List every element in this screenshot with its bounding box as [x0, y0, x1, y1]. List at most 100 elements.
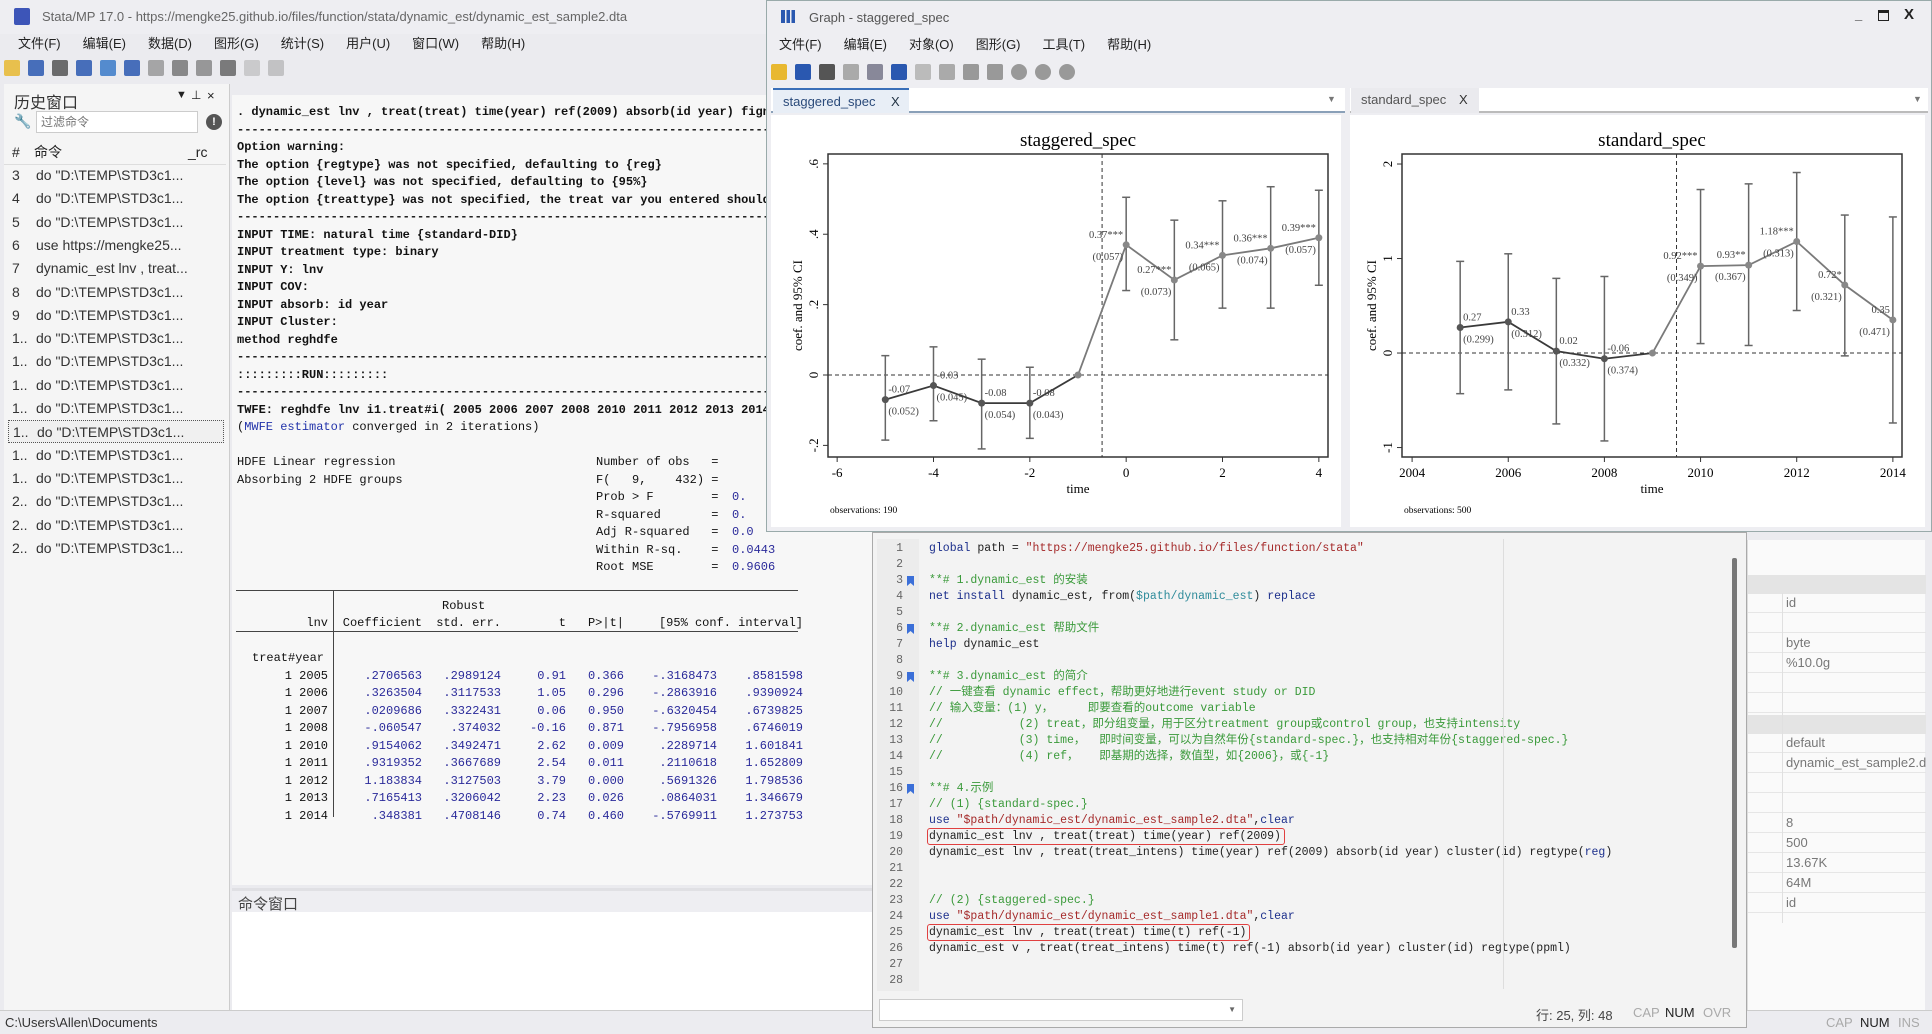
history-item[interactable]: 1.. do "D:\TEMP\STD3c1...	[8, 374, 224, 397]
command-input[interactable]	[232, 912, 877, 1010]
redo-icon[interactable]	[987, 63, 1003, 80]
history-item[interactable]: 2.. do "D:\TEMP\STD3c1...	[8, 490, 224, 513]
record-icon[interactable]	[1011, 63, 1027, 80]
history-item[interactable]: 2.. do "D:\TEMP\STD3c1...	[8, 514, 224, 537]
history-item[interactable]: 1.. do "D:\TEMP\STD3c1...	[8, 350, 224, 373]
property-row[interactable]: 64M	[1748, 873, 1926, 893]
stop-icon[interactable]	[268, 59, 284, 76]
code-line[interactable]: 5	[877, 605, 1697, 621]
code-line[interactable]: 4 net install dynamic_est, from($path/dyn…	[877, 589, 1697, 605]
menu-item[interactable]: 对象(O)	[909, 37, 954, 52]
open-icon[interactable]	[771, 63, 787, 80]
bookmark-icon[interactable]	[907, 576, 914, 586]
print-icon[interactable]	[819, 63, 835, 80]
code-line[interactable]: 13 // (3) time， 即时间变量，可以为自然年份{standard-sp…	[877, 733, 1697, 749]
history-item[interactable]: 1.. do "D:\TEMP\STD3c1...	[8, 397, 224, 420]
maximize-button[interactable]	[1878, 10, 1889, 21]
history-item[interactable]: 1.. do "D:\TEMP\STD3c1...	[8, 467, 224, 490]
history-item[interactable]: 5 do "D:\TEMP\STD3c1...	[8, 211, 224, 234]
wrench-icon[interactable]: 🔧	[14, 113, 31, 130]
property-row[interactable]	[1748, 613, 1926, 633]
property-row[interactable]: dynamic_est_sample2.d	[1748, 753, 1926, 773]
save-icon[interactable]	[795, 63, 811, 80]
property-row[interactable]: %10.0g	[1748, 653, 1926, 673]
tab-close-icon[interactable]: X	[891, 90, 900, 114]
code-line[interactable]: 23 // (2) {staggered-spec.}	[877, 893, 1697, 909]
property-row[interactable]	[1748, 673, 1926, 693]
result-link[interactable]: MWFE estimator	[244, 420, 345, 434]
code-line[interactable]: 7 help dynamic_est	[877, 637, 1697, 653]
copy-icon[interactable]	[843, 63, 859, 80]
property-row[interactable]	[1748, 693, 1926, 713]
pointer-icon[interactable]	[939, 63, 955, 80]
viewer-icon[interactable]	[100, 59, 116, 76]
code-line[interactable]: 8	[877, 653, 1697, 669]
menu-item[interactable]: 统计(S)	[281, 36, 324, 51]
pause-icon[interactable]	[1035, 63, 1051, 80]
history-item[interactable]: 1.. do "D:\TEMP\STD3c1...	[8, 327, 224, 350]
code-line[interactable]: 11 // 输入变量：(1) y， 即要查看的outcome variable	[877, 701, 1697, 717]
code-line[interactable]: 17 // (1) {standard-spec.}	[877, 797, 1697, 813]
property-row[interactable]: byte	[1748, 633, 1926, 653]
code-line[interactable]: 12 // (2) treat，即分组变量，用于区分treatment group…	[877, 717, 1697, 733]
rename-icon[interactable]	[867, 63, 883, 80]
property-row[interactable]: id	[1748, 593, 1926, 613]
menu-item[interactable]: 用户(U)	[346, 36, 390, 51]
graph-editor-icon[interactable]	[891, 63, 907, 80]
col-rc[interactable]: _rc	[188, 140, 207, 165]
menu-item[interactable]: 文件(F)	[18, 36, 61, 51]
history-item[interactable]: 9 do "D:\TEMP\STD3c1...	[8, 304, 224, 327]
data-browser-icon[interactable]	[196, 59, 212, 76]
save-icon[interactable]	[28, 59, 44, 76]
bookmark-icon[interactable]	[907, 784, 914, 794]
close-button[interactable]: X	[1904, 6, 1914, 23]
property-row[interactable]: id	[1748, 893, 1926, 913]
code-line[interactable]: 26 dynamic_est v , treat(treat_intens) ti…	[877, 941, 1697, 957]
code-line[interactable]: 15	[877, 765, 1697, 781]
tab-standard-spec[interactable]: standard_spec X	[1351, 88, 1479, 113]
code-line[interactable]: 20 dynamic_est lnv , treat(treat_intens) …	[877, 845, 1697, 861]
tab-staggered-spec[interactable]: staggered_spec X	[773, 88, 909, 113]
col-num[interactable]: #	[12, 140, 20, 165]
code-line[interactable]: 24 use "$path/dynamic_est/dynamic_est_sam…	[877, 909, 1697, 925]
object-browser-icon[interactable]	[915, 63, 931, 80]
menu-item[interactable]: 数据(D)	[148, 36, 192, 51]
log-icon[interactable]	[76, 59, 92, 76]
minimize-button[interactable]: _	[1855, 7, 1862, 22]
history-item[interactable]: 1.. do "D:\TEMP\STD3c1...	[8, 444, 224, 467]
close-icon[interactable]: ×	[207, 88, 215, 103]
dofile-icon[interactable]	[148, 59, 164, 76]
code-line[interactable]: 14 // (4) ref， 即基期的选择，数值型，如{2006}，或{-1}	[877, 749, 1697, 765]
menu-item[interactable]: 帮助(H)	[1107, 37, 1151, 52]
variables-icon[interactable]	[220, 59, 236, 76]
property-row[interactable]	[1748, 773, 1926, 793]
property-row[interactable]: 13.67K	[1748, 853, 1926, 873]
menu-item[interactable]: 窗口(W)	[412, 36, 459, 51]
code-line[interactable]: 27	[877, 957, 1697, 973]
code-line[interactable]: 10 // 一键查看 dynamic effect，帮助更好地进行event st…	[877, 685, 1697, 701]
code-line[interactable]: 25 dynamic_est lnv , treat(treat) time(t)…	[877, 924, 1697, 941]
data-editor-icon[interactable]	[172, 59, 188, 76]
funnel-icon[interactable]: ▼	[176, 89, 187, 101]
code-line[interactable]: 19 dynamic_est lnv , treat(treat) time(ye…	[877, 828, 1697, 845]
code-line[interactable]: 22	[877, 877, 1697, 893]
code-line[interactable]: 21	[877, 861, 1697, 877]
tab-close-icon[interactable]: X	[1459, 88, 1468, 112]
editor-combo-box[interactable]: ▼	[879, 999, 1243, 1021]
history-item[interactable]: 4 do "D:\TEMP\STD3c1...	[8, 187, 224, 210]
graph-icon[interactable]	[124, 59, 140, 76]
tab-dropdown-icon[interactable]: ▼	[1327, 94, 1336, 104]
code-line[interactable]: 28	[877, 973, 1697, 989]
code-line[interactable]: 18 use "$path/dynamic_est/dynamic_est_sam…	[877, 813, 1697, 829]
code-line[interactable]: 6 **# 2.dynamic_est 帮助文件	[877, 621, 1697, 637]
code-line[interactable]: 3 **# 1.dynamic_est 的安装	[877, 573, 1697, 589]
open-icon[interactable]	[4, 59, 20, 76]
code-line[interactable]: 16 **# 4.示例	[877, 781, 1697, 797]
bookmark-icon[interactable]	[907, 624, 914, 634]
pin-icon[interactable]: ⊥	[191, 88, 201, 102]
code-line[interactable]: 1 global path = "https://mengke25.github.…	[877, 541, 1697, 557]
menu-item[interactable]: 图形(G)	[976, 37, 1021, 52]
history-item[interactable]: 3 do "D:\TEMP\STD3c1...	[8, 164, 224, 187]
history-item[interactable]: 7 dynamic_est lnv , treat...	[8, 257, 224, 280]
col-command[interactable]: 命令	[34, 140, 62, 165]
